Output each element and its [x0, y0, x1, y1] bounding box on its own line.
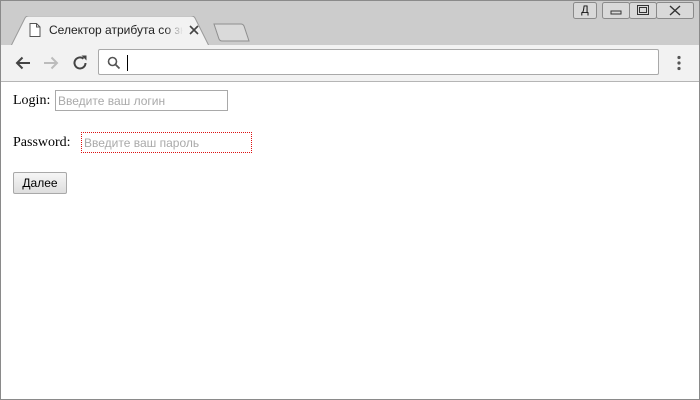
back-arrow-icon[interactable] — [13, 53, 33, 73]
new-tab-button[interactable] — [213, 23, 251, 42]
text-caret — [127, 55, 128, 71]
minimize-icon[interactable] — [602, 2, 630, 19]
login-input[interactable] — [55, 90, 228, 111]
browser-toolbar — [1, 45, 699, 82]
maximize-icon[interactable] — [629, 2, 657, 19]
page-icon — [29, 23, 41, 37]
address-bar[interactable] — [98, 49, 659, 75]
tab-title: Селектор атрибута со значением — [49, 22, 183, 38]
search-icon — [107, 56, 121, 70]
login-label: Login: — [13, 93, 51, 108]
title-bar: Селектор атрибута со значением Д — [1, 1, 699, 46]
next-button[interactable]: Далее — [13, 172, 67, 194]
password-input[interactable] — [81, 132, 252, 153]
user-badge-letter: Д — [581, 4, 589, 16]
forward-arrow-icon[interactable] — [41, 53, 61, 73]
reload-icon[interactable] — [70, 53, 90, 73]
password-label: Password: — [13, 135, 71, 150]
menu-icon[interactable] — [673, 55, 685, 71]
close-tab-icon[interactable] — [187, 23, 201, 37]
page-content: Login: Password: Далее — [1, 82, 699, 399]
browser-window: Селектор атрибута со значением Д — [0, 0, 700, 400]
close-window-icon[interactable] — [656, 2, 694, 19]
user-badge-button[interactable]: Д — [573, 2, 597, 19]
